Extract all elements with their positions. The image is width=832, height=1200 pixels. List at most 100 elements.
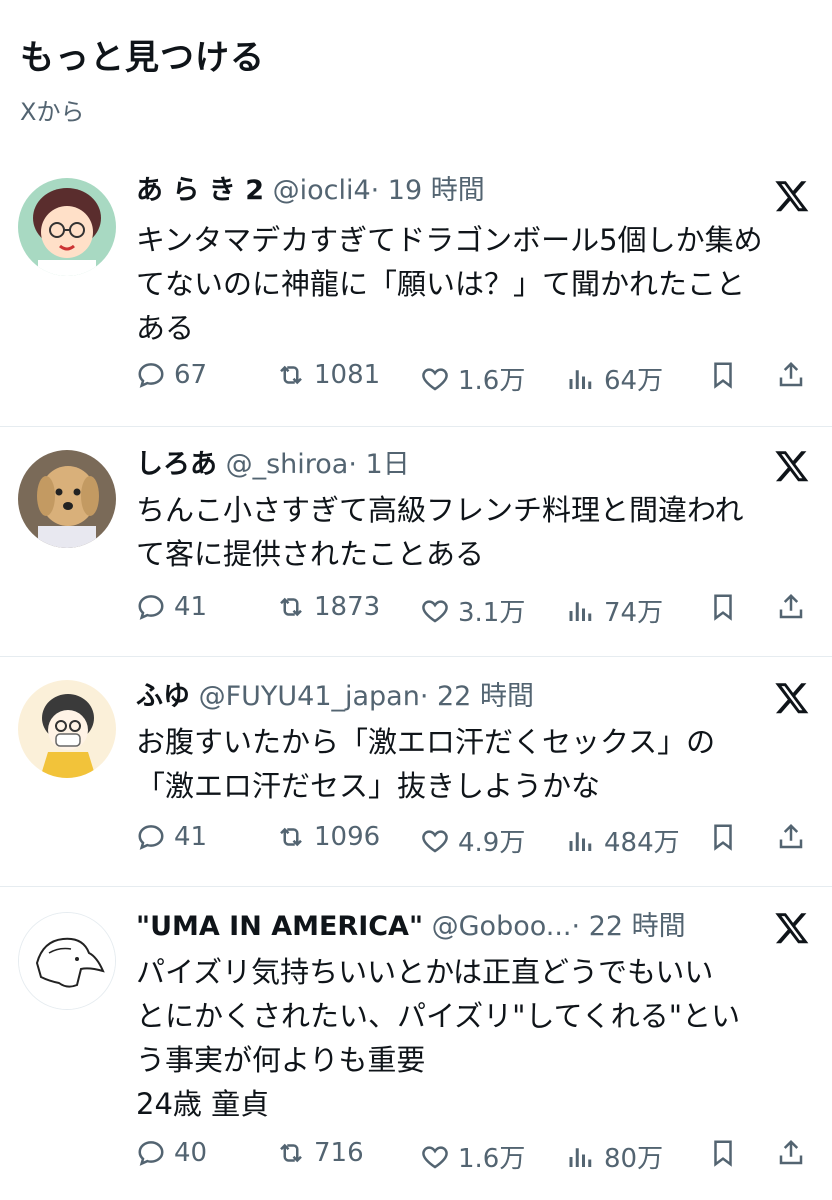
reply-count: 67	[174, 360, 208, 390]
display-name[interactable]: "UMA IN AMERICA"	[136, 911, 423, 942]
views-count: 484万	[604, 828, 680, 858]
timestamp[interactable]: · 1日	[348, 449, 409, 480]
retweet-button[interactable]: 1081	[276, 360, 380, 390]
handle[interactable]: @_shiroa	[226, 449, 349, 480]
reply-count: 40	[174, 1138, 208, 1168]
share-icon	[779, 361, 803, 387]
like-button[interactable]: 4.9万	[420, 822, 525, 859]
like-button[interactable]: 1.6万	[420, 360, 525, 397]
avatar[interactable]	[18, 178, 116, 276]
tweet-text: ちんこ小さすぎて高級フレンチ料理と間違われ て客に提供されたことある	[136, 493, 744, 571]
reply-button[interactable]: 41	[136, 822, 207, 852]
share-button[interactable]	[776, 822, 806, 852]
views-icon	[569, 601, 592, 621]
section-title: もっと見つける	[20, 38, 265, 78]
handle[interactable]: @iocli4	[273, 175, 371, 206]
reply-button[interactable]: 41	[136, 592, 207, 622]
reply-button[interactable]: 40	[136, 1138, 207, 1168]
reply-icon	[138, 825, 164, 850]
bookmark-button[interactable]	[708, 1138, 738, 1168]
x-logo-icon	[774, 910, 810, 946]
handle[interactable]: @FUYU41_japan	[199, 681, 420, 712]
like-button[interactable]: 1.6万	[420, 1138, 525, 1175]
bookmark-icon	[714, 594, 732, 621]
tweet-meta: "UMA IN AMERICA" @Goboo...· 22 時間	[136, 910, 686, 944]
x-logo-icon	[774, 448, 810, 484]
views-icon	[569, 369, 592, 389]
avatar[interactable]	[18, 680, 116, 778]
tweet-text: パイズリ気持ちいいとかは正直どうでもいい とにかくされたい、パイズリ"してくれる…	[136, 955, 741, 1121]
reply-button[interactable]: 67	[136, 360, 207, 390]
like-count: 1.6万	[458, 1144, 526, 1174]
retweet-count: 1873	[314, 592, 381, 622]
tweet-text: キンタマデカすぎてドラゴンボール5個しか集め てないのに神龍に「願いは？」て聞か…	[136, 223, 763, 345]
retweet-icon	[280, 1143, 302, 1163]
views-button[interactable]: 80万	[566, 1138, 663, 1175]
bookmark-icon	[714, 824, 732, 851]
retweet-icon	[280, 827, 302, 847]
retweet-count: 716	[314, 1138, 364, 1168]
retweet-count: 1096	[314, 822, 381, 852]
like-icon	[422, 367, 448, 390]
views-button[interactable]: 484万	[566, 822, 680, 859]
handle[interactable]: @Goboo...	[432, 911, 572, 942]
bookmark-button[interactable]	[708, 360, 738, 390]
share-icon	[779, 593, 803, 619]
like-button[interactable]: 3.1万	[420, 592, 525, 629]
reply-icon	[138, 1141, 164, 1166]
reply-icon	[138, 363, 164, 388]
reply-count: 41	[174, 592, 208, 622]
bookmark-button[interactable]	[708, 592, 738, 622]
retweet-icon	[280, 365, 302, 385]
tweet-actions: 41 1873 3.1万 74万	[136, 592, 812, 632]
retweet-button[interactable]: 716	[276, 1138, 364, 1168]
reply-icon	[138, 595, 164, 620]
share-button[interactable]	[776, 592, 806, 622]
tweet[interactable]: "UMA IN AMERICA" @Goboo...· 22 時間 パイズリ気持…	[0, 906, 832, 1200]
x-logo-icon	[774, 178, 810, 214]
tweet[interactable]: あ ら き 2 @iocli4· 19 時間 キンタマデカすぎてドラゴンボール5…	[0, 170, 832, 427]
like-count: 4.9万	[458, 828, 526, 858]
timestamp[interactable]: · 22 時間	[420, 681, 534, 712]
tweet-meta: ふゆ @FUYU41_japan· 22 時間	[136, 680, 534, 714]
tweet[interactable]: ふゆ @FUYU41_japan· 22 時間 お腹すいたから「激エロ汗だくセッ…	[0, 676, 832, 887]
retweet-button[interactable]: 1873	[276, 592, 380, 622]
tweet-meta: しろあ @_shiroa· 1日	[136, 448, 410, 482]
timestamp[interactable]: · 19 時間	[371, 175, 485, 206]
retweet-count: 1081	[314, 360, 381, 390]
like-count: 1.6万	[458, 366, 526, 396]
bookmark-button[interactable]	[708, 822, 738, 852]
display-name[interactable]: あ ら き 2	[136, 175, 264, 206]
retweet-button[interactable]: 1096	[276, 822, 380, 852]
bookmark-icon	[714, 362, 732, 389]
views-count: 80万	[604, 1144, 664, 1174]
retweet-icon	[280, 597, 302, 617]
tweet[interactable]: しろあ @_shiroa· 1日 ちんこ小さすぎて高級フレンチ料理と間違われ て…	[0, 446, 832, 657]
avatar[interactable]	[18, 450, 116, 548]
section-header: もっと見つける Xから	[20, 36, 265, 127]
share-button[interactable]	[776, 1138, 806, 1168]
views-count: 64万	[604, 366, 664, 396]
views-icon	[569, 1147, 592, 1167]
avatar[interactable]	[18, 912, 116, 1010]
x-logo-icon	[774, 680, 810, 716]
like-icon	[422, 829, 448, 852]
share-icon	[779, 823, 803, 849]
tweet-actions: 67 1081 1.6万 64万	[136, 360, 812, 400]
tweet-meta: あ ら き 2 @iocli4· 19 時間	[136, 174, 485, 208]
like-icon	[422, 1145, 448, 1168]
tweet-actions: 40 716 1.6万 80万	[136, 1138, 812, 1178]
tweet-actions: 41 1096 4.9万 484万	[136, 822, 812, 862]
views-count: 74万	[604, 598, 664, 628]
like-icon	[422, 599, 448, 622]
views-icon	[569, 831, 592, 851]
tweet-text: お腹すいたから「激エロ汗だくセックス」の 「激エロ汗だセス」抜きしようかな	[136, 725, 716, 803]
display-name[interactable]: ふゆ	[136, 681, 190, 712]
display-name[interactable]: しろあ	[136, 449, 217, 480]
section-subtitle: Xから	[20, 98, 85, 126]
share-button[interactable]	[776, 360, 806, 390]
views-button[interactable]: 74万	[566, 592, 663, 629]
views-button[interactable]: 64万	[566, 360, 663, 397]
timestamp[interactable]: · 22 時間	[572, 911, 686, 942]
share-icon	[779, 1139, 803, 1165]
